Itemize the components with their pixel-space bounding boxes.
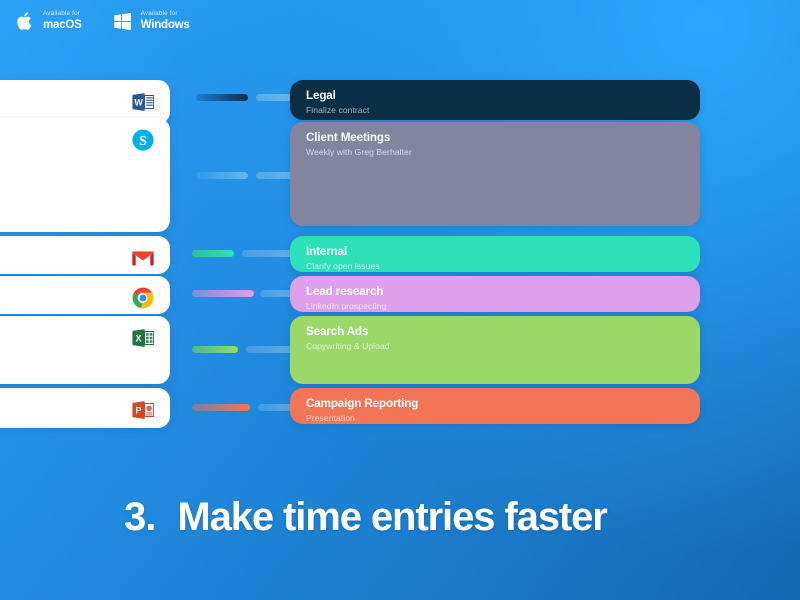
microsoft-powerpoint-icon: P xyxy=(130,397,156,423)
badge-macos-os-label: macOS xyxy=(43,18,82,31)
task-subtitle: Presentation xyxy=(306,412,355,423)
task-title: Legal xyxy=(306,89,336,102)
task-title: Lead research xyxy=(306,285,384,298)
connector-search-ads-a xyxy=(192,346,238,353)
headline-text: Make time entries faster xyxy=(177,495,607,539)
connector-legal-b xyxy=(256,94,292,101)
gmail-icon xyxy=(130,245,156,271)
app-card-excel[interactable]: X xyxy=(0,316,170,384)
svg-text:P: P xyxy=(136,406,142,416)
svg-text:X: X xyxy=(136,334,142,344)
badge-windows-available-label: Available for xyxy=(140,10,178,18)
badge-windows[interactable]: Available for Windows xyxy=(112,9,190,33)
task-subtitle: Weekly with Greg Berhalter xyxy=(306,146,412,157)
task-subtitle: LinkedIn prospecting xyxy=(306,300,387,311)
skype-icon: S xyxy=(130,127,156,153)
task-title: Search Ads xyxy=(306,325,369,338)
slide-headline: 3. Make time entries faster xyxy=(124,495,608,540)
app-card-skype[interactable]: S xyxy=(0,118,170,232)
svg-text:W: W xyxy=(134,98,143,108)
task-bar-campaign-reporting[interactable]: Campaign Reporting Presentation xyxy=(290,388,700,424)
task-subtitle: Finalize contract xyxy=(306,104,370,115)
badge-macos[interactable]: Available for macOS xyxy=(14,9,82,33)
app-card-chrome[interactable] xyxy=(0,276,170,314)
microsoft-excel-icon: X xyxy=(130,325,156,351)
headline-number: 3. xyxy=(124,495,156,539)
connector-internal-b xyxy=(242,250,292,257)
app-card-gmail[interactable] xyxy=(0,236,170,274)
slide-canvas: Available for macOS Available for Window… xyxy=(0,0,800,600)
badge-macos-available-label: Available for xyxy=(43,10,81,18)
task-bar-client-meetings[interactable]: Client Meetings Weekly with Greg Berhalt… xyxy=(290,122,700,226)
microsoft-word-icon: W xyxy=(130,89,156,115)
task-bar-lead-research[interactable]: Lead research LinkedIn prospecting xyxy=(290,276,700,312)
task-bar-legal[interactable]: Legal Finalize contract xyxy=(290,80,700,120)
connector-legal-a xyxy=(196,94,248,101)
connector-lead-research-b xyxy=(260,290,292,297)
task-title: Campaign Reporting xyxy=(306,397,419,410)
app-card-powerpoint[interactable]: P xyxy=(0,388,170,428)
task-subtitle: Copywriting & Upload xyxy=(306,340,390,351)
connector-lead-research-a xyxy=(192,290,254,297)
svg-text:S: S xyxy=(139,133,147,148)
connector-client-meetings-a xyxy=(196,172,248,179)
task-subtitle: Clarify open issues xyxy=(306,260,380,271)
task-bar-internal[interactable]: Internal Clarify open issues xyxy=(290,236,700,272)
windows-icon xyxy=(112,9,134,33)
connector-campaign-reporting-a xyxy=(192,404,250,411)
task-bar-search-ads[interactable]: Search Ads Copywriting & Upload xyxy=(290,316,700,384)
badge-macos-text: Available for macOS xyxy=(43,10,82,31)
task-title: Client Meetings xyxy=(306,131,391,144)
google-chrome-icon xyxy=(130,285,156,311)
platform-badges: Available for macOS Available for Window… xyxy=(14,9,190,33)
apple-icon xyxy=(14,9,36,33)
badge-windows-os-label: Windows xyxy=(140,18,190,31)
task-title: Internal xyxy=(306,245,348,258)
connector-internal-a xyxy=(192,250,234,257)
connector-campaign-reporting-b xyxy=(258,404,292,411)
connector-search-ads-b xyxy=(246,346,292,353)
connector-client-meetings-b xyxy=(256,172,292,179)
badge-windows-text: Available for Windows xyxy=(140,10,190,31)
